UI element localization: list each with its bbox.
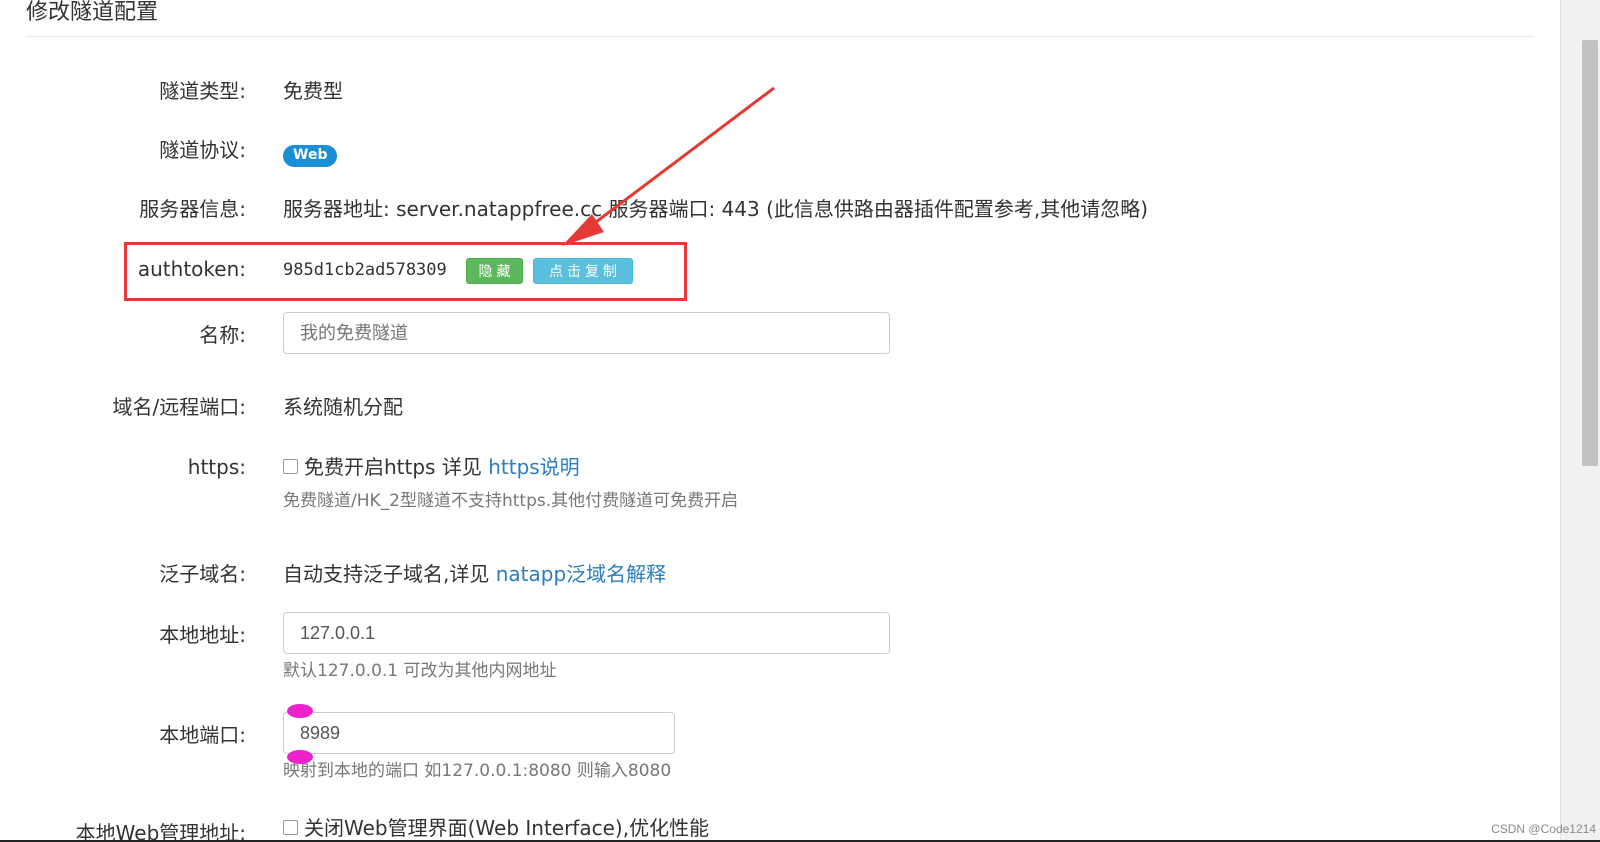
https-row: 免费开启https 详见 https说明 [283,454,580,480]
local-port-input[interactable] [283,712,675,754]
domain-value: 系统随机分配 [283,395,403,419]
scrollbar-thumb[interactable] [1582,40,1598,466]
https-checkbox-label: 免费开启https 详见 [304,455,482,479]
name-label: 名称: [199,323,246,347]
https-checkbox[interactable] [283,459,298,474]
local-address-label: 本地地址: [159,623,246,647]
watermark: CSDN @Code1214 [1491,822,1596,836]
tunnel-type-value: 免费型 [283,79,343,103]
annotation-arrow [562,86,775,246]
local-port-label: 本地端口: [159,723,246,747]
server-info-label: 服务器信息: [139,197,246,221]
tunnel-protocol-label: 隧道协议: [159,138,246,162]
tunnel-type-label: 隧道类型: [159,79,246,103]
web-admin-checkbox-label: 关闭Web管理界面(Web Interface),优化性能 [304,816,710,840]
https-label: https: [187,455,246,479]
web-admin-checkbox[interactable] [283,820,298,835]
marker-dot-top [287,704,313,718]
local-address-help: 默认127.0.0.1 可改为其他内网地址 [283,661,557,681]
wildcard-value: 自动支持泛子域名,详见 [283,562,490,586]
https-help-link[interactable]: https说明 [488,455,579,479]
tunnel-config-page: 修改隧道配置 隧道类型: 免费型 隧道协议: Web 服务器信息: 服务器地址:… [0,0,1600,842]
marker-dot-bottom [287,750,313,764]
https-help-text: 免费隧道/HK_2型隧道不支持https.其他付费隧道可免费开启 [283,491,739,511]
web-admin-row: 关闭Web管理界面(Web Interface),优化性能 [283,815,709,841]
tunnel-protocol-value: Web [283,139,338,167]
web-admin-label: 本地Web管理地址: [75,821,246,842]
domain-label: 域名/远程端口: [112,395,246,419]
server-info-value: 服务器地址: server.natappfree.cc 服务器端口: 443 (… [283,197,1149,221]
title-divider [26,36,1534,37]
wildcard-label: 泛子域名: [159,562,246,586]
protocol-badge: Web [283,145,338,167]
wildcard-help-link[interactable]: natapp泛域名解释 [496,562,666,586]
page-title: 修改隧道配置 [26,0,159,25]
wildcard-row: 自动支持泛子域名,详见 natapp泛域名解释 [283,561,666,587]
local-address-input[interactable] [283,612,890,654]
local-port-help: 映射到本地的端口 如127.0.0.1:8080 则输入8080 [283,761,672,781]
name-input[interactable] [283,312,890,354]
highlight-box [124,242,687,301]
